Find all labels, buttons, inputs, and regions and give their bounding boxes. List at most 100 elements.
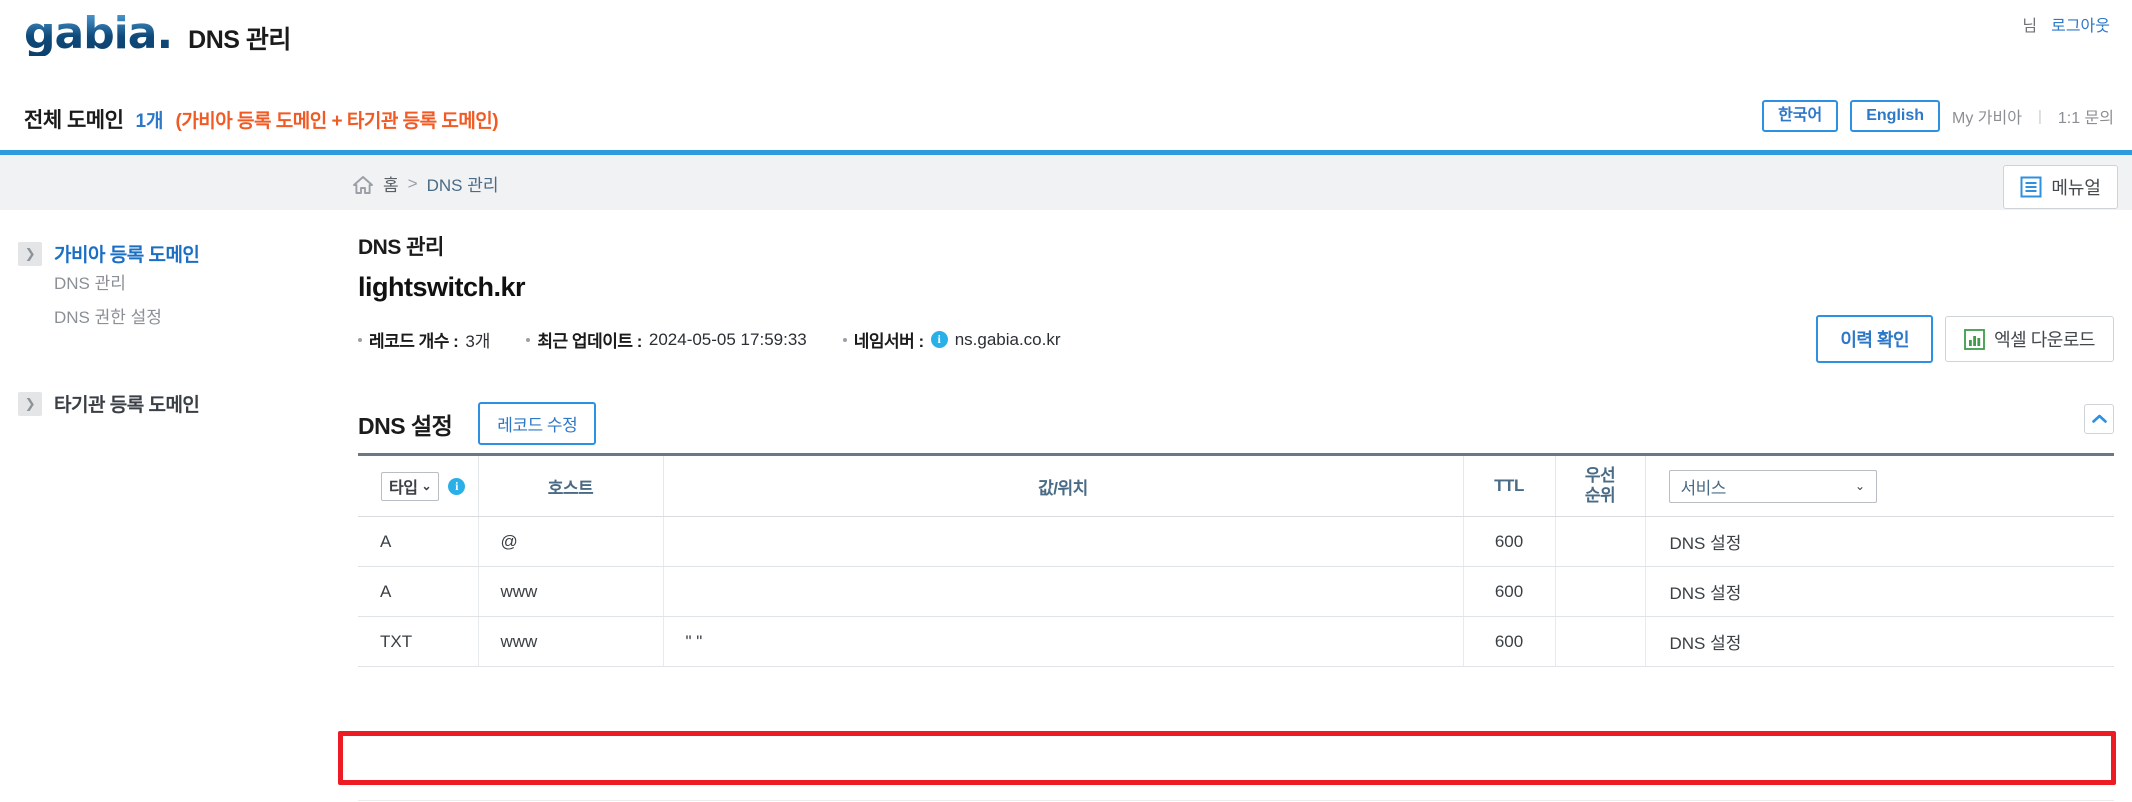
table-header: 타입 ⌄ i 호스트 값/위치 TTL 우선 순위 서비스 ⌄ (358, 453, 2114, 517)
chevron-right-icon: ❯ (18, 241, 42, 266)
record-meta-row: 레코드 개수 : 3개 최근 업데이트 : 2024-05-05 17:59:3… (358, 327, 1061, 352)
record-edit-button[interactable]: 레코드 수정 (478, 402, 597, 445)
breadcrumb-home[interactable]: 홈 (383, 171, 399, 196)
cell-ttl: 600 (1462, 616, 1555, 667)
th-value: 값/위치 (662, 453, 1463, 517)
meta-last-update: 최근 업데이트 : 2024-05-05 17:59:33 (526, 327, 807, 352)
type-filter-select[interactable]: 타입 ⌄ (381, 471, 439, 501)
service-filter-label: 서비스 (1680, 478, 1727, 498)
user-name-suffix: 님 (2022, 18, 2038, 35)
meta-record-count: 레코드 개수 : 3개 (358, 327, 490, 352)
cell-value (662, 566, 1463, 617)
top-header: gabia. DNS 관리 님 로그아웃 (0, 0, 2132, 92)
cell-host: www (477, 566, 663, 617)
manual-button-label: 메뉴얼 (2051, 178, 2101, 198)
cell-ttl: 600 (1462, 566, 1555, 617)
dns-records-table: 타입 ⌄ i 호스트 값/위치 TTL 우선 순위 서비스 ⌄ A @ 600 … (358, 453, 2114, 667)
manual-document-icon (2020, 176, 2042, 198)
cell-type: TXT (358, 616, 478, 667)
cell-priority (1554, 616, 1645, 667)
type-info-icon[interactable]: i (448, 477, 465, 495)
table-body: A @ 600 DNS 설정 A www 600 DNS 설정 TXT www … (358, 516, 2114, 667)
gabia-logo[interactable]: gabia. (24, 12, 173, 56)
excel-download-label: 엑셀 다운로드 (1994, 330, 2095, 350)
meta-label: 레코드 개수 : (369, 332, 459, 351)
cell-host: @ (477, 516, 663, 567)
chevron-down-icon: ⌄ (1854, 479, 1865, 493)
th-host: 호스트 (477, 453, 663, 517)
history-button[interactable]: 이력 확인 (1816, 315, 1934, 363)
sub-header: 전체 도메인 1개 (가비아 등록 도메인 + 타기관 등록 도메인) 한국어 … (0, 92, 2132, 150)
main-content: DNS 관리 lightswitch.kr 레코드 개수 : 3개 최근 업데이… (338, 210, 2132, 802)
page-title: DNS 관리 (188, 26, 291, 54)
info-icon[interactable]: i (930, 331, 948, 348)
meta-value: 3개 (465, 332, 491, 351)
cell-service: DNS 설정 (1644, 566, 2114, 617)
meta-nameserver: 네임서버 : i ns.gabia.co.kr (842, 327, 1061, 352)
bottom-divider (358, 800, 2114, 801)
breadcrumb: 홈 > DNS 관리 (352, 171, 498, 196)
dns-records-table-wrap: 타입 ⌄ i 호스트 값/위치 TTL 우선 순위 서비스 ⌄ A @ 600 … (358, 453, 2114, 667)
cell-priority (1554, 516, 1645, 567)
th-service: 서비스 ⌄ (1644, 453, 2114, 517)
home-icon[interactable] (352, 175, 374, 195)
sidebar-item-gabia-domain[interactable]: ❯ 가비아 등록 도메인 (18, 240, 200, 267)
cell-value (662, 516, 1463, 567)
dns-settings-title: DNS 설정 (358, 412, 453, 439)
breadcrumb-current: DNS 관리 (426, 176, 499, 195)
app-page: gabia. DNS 관리 님 로그아웃 전체 도메인 1개 (가비아 등록 도… (0, 0, 2132, 802)
sidebar-sub-dns-manage[interactable]: DNS 관리 (54, 267, 199, 301)
meta-label: 네임서버 : (853, 332, 924, 351)
th-priority-line2: 순위 (1584, 486, 1616, 505)
meta-action-buttons: 이력 확인 엑셀 다운로드 (1816, 315, 2114, 363)
logout-link[interactable]: 로그아웃 (2051, 12, 2110, 36)
sidebar-group-label: 타기관 등록 도메인 (54, 395, 200, 416)
cell-value: " " (662, 616, 1463, 667)
cell-ttl: 600 (1462, 516, 1555, 567)
table-row[interactable]: A www 600 DNS 설정 (358, 566, 2114, 617)
th-priority: 우선 순위 (1554, 453, 1645, 517)
cell-type: A (358, 566, 478, 617)
type-filter-label: 타입 (389, 480, 418, 497)
link-separator: | (2037, 107, 2042, 125)
my-gabia-link[interactable]: My 가비아 (1952, 104, 2022, 128)
th-priority-line1: 우선 (1584, 465, 1616, 485)
cell-type: A (358, 516, 478, 567)
table-row[interactable]: TXT www " " 600 DNS 설정 (358, 616, 2114, 667)
bullet-icon (842, 337, 847, 342)
breadcrumb-separator: > (407, 173, 418, 193)
sidebar-item-other-domain[interactable]: ❯ 타기관 등록 도메인 (18, 390, 200, 417)
chevron-up-icon (2091, 414, 2107, 423)
excel-download-button[interactable]: 엑셀 다운로드 (1945, 316, 2114, 362)
manual-button[interactable]: 메뉴얼 (2003, 165, 2118, 209)
total-domain-label: 전체 도메인 (24, 109, 124, 132)
cell-priority (1554, 566, 1645, 617)
sidebar-group-label: 가비아 등록 도메인 (54, 245, 200, 266)
table-header-row: 타입 ⌄ i 호스트 값/위치 TTL 우선 순위 서비스 ⌄ (358, 453, 2114, 517)
sidebar: ❯ 가비아 등록 도메인 DNS 관리 DNS 권한 설정 ❯ 타기관 등록 도… (0, 210, 338, 802)
collapse-section-button[interactable] (2084, 404, 2114, 434)
main-title: DNS 관리 (358, 236, 444, 259)
th-ttl: TTL (1462, 453, 1555, 517)
th-type: 타입 ⌄ i (358, 453, 478, 517)
cell-service: DNS 설정 (1644, 616, 2114, 667)
sub-header-right: 한국어 English My 가비아 | 1:1 문의 (1762, 100, 2114, 133)
meta-label: 최근 업데이트 : (537, 332, 642, 351)
table-row[interactable]: A @ 600 DNS 설정 (358, 516, 2114, 567)
meta-value: ns.gabia.co.kr (954, 329, 1061, 349)
bullet-icon (358, 337, 362, 342)
dns-settings-header: DNS 설정 레코드 수정 (358, 402, 597, 445)
chevron-down-icon: ⌄ (421, 479, 431, 493)
lang-english-button[interactable]: English (1850, 100, 1941, 133)
service-filter-select[interactable]: 서비스 ⌄ (1668, 469, 1877, 503)
sidebar-sub-dns-permission[interactable]: DNS 권한 설정 (54, 301, 199, 335)
lang-korean-button[interactable]: 한국어 (1762, 100, 1839, 133)
bullet-icon (526, 337, 531, 342)
domain-summary: 전체 도메인 1개 (가비아 등록 도메인 + 타기관 등록 도메인) (24, 104, 499, 134)
excel-chart-icon (1964, 328, 1986, 350)
cell-host: www (477, 616, 663, 667)
chevron-right-icon: ❯ (18, 391, 42, 416)
inquiry-link[interactable]: 1:1 문의 (2058, 104, 2114, 128)
cell-service: DNS 설정 (1644, 516, 2114, 567)
sidebar-group-other: ❯ 타기관 등록 도메인 (18, 390, 200, 417)
